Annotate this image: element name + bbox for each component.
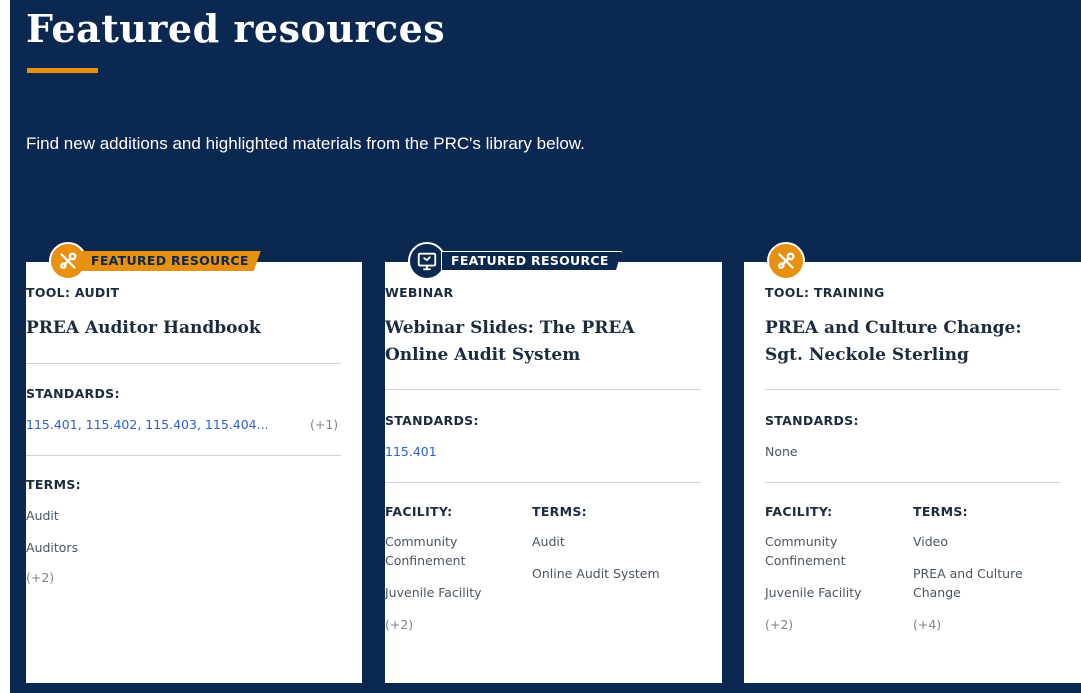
divider xyxy=(26,455,341,456)
resource-title[interactable]: PREA and Culture Change: Sgt. Neckole St… xyxy=(765,315,1060,369)
standards-value: None xyxy=(765,444,798,459)
title-accent-rule xyxy=(27,68,98,73)
terms-label: TERMS: xyxy=(26,477,81,492)
standards-links[interactable]: 115.401, 115.402, 115.403, 115.404... xyxy=(26,415,269,434)
divider xyxy=(385,389,701,390)
facility-item: Community Confinement xyxy=(765,534,846,568)
standards-label: STANDARDS: xyxy=(26,386,120,401)
facility-item: Juvenile Facility xyxy=(385,585,482,600)
term-item: Auditors xyxy=(26,540,79,555)
divider xyxy=(26,363,341,364)
resource-card[interactable]: TOOL: TRAINING PREA and Culture Change: … xyxy=(744,242,1081,683)
featured-badge-label: FEATURED RESOURCE xyxy=(441,251,622,271)
term-item: PREA and Culture Change xyxy=(913,566,1023,600)
standards-links[interactable]: 115.401 xyxy=(385,442,437,461)
webinar-icon xyxy=(408,242,446,280)
term-item: Audit xyxy=(26,508,59,523)
section-intro: Find new additions and highlighted mater… xyxy=(26,134,585,153)
facility-more[interactable]: (+2) xyxy=(385,615,413,634)
facility-label: FACILITY: xyxy=(765,504,833,519)
tools-icon xyxy=(49,242,87,280)
standards-label: STANDARDS: xyxy=(765,413,859,428)
resource-card[interactable]: FEATURED RESOURCE WEBINAR Webinar Slides… xyxy=(385,242,722,683)
facility-item: Juvenile Facility xyxy=(765,585,862,600)
facility-more[interactable]: (+2) xyxy=(765,615,793,634)
resource-type: WEBINAR xyxy=(385,285,454,300)
resource-title[interactable]: Webinar Slides: The PREA Online Audit Sy… xyxy=(385,315,701,369)
section-title: Featured resources xyxy=(26,6,446,51)
divider xyxy=(765,389,1060,390)
standards-label: STANDARDS: xyxy=(385,413,479,428)
facility-label: FACILITY: xyxy=(385,504,453,519)
terms-label: TERMS: xyxy=(532,504,587,519)
featured-badge-label: FEATURED RESOURCE xyxy=(82,251,261,271)
divider xyxy=(765,482,1060,483)
terms-label: TERMS: xyxy=(913,504,968,519)
resource-title[interactable]: PREA Auditor Handbook xyxy=(26,315,341,342)
resource-type: TOOL: TRAINING xyxy=(765,285,885,300)
facility-item: Community Confinement xyxy=(385,534,466,568)
tools-icon xyxy=(767,242,805,280)
terms-more[interactable]: (+4) xyxy=(913,615,941,634)
terms-more[interactable]: (+2) xyxy=(26,568,54,587)
resource-card[interactable]: FEATURED RESOURCE TOOL: AUDIT PREA Audit… xyxy=(26,242,362,683)
standards-more[interactable]: (+1) xyxy=(310,415,338,434)
term-item: Online Audit System xyxy=(532,566,660,581)
term-item: Audit xyxy=(532,534,565,549)
term-item: Video xyxy=(913,534,949,549)
divider xyxy=(385,482,701,483)
resource-type: TOOL: AUDIT xyxy=(26,285,120,300)
